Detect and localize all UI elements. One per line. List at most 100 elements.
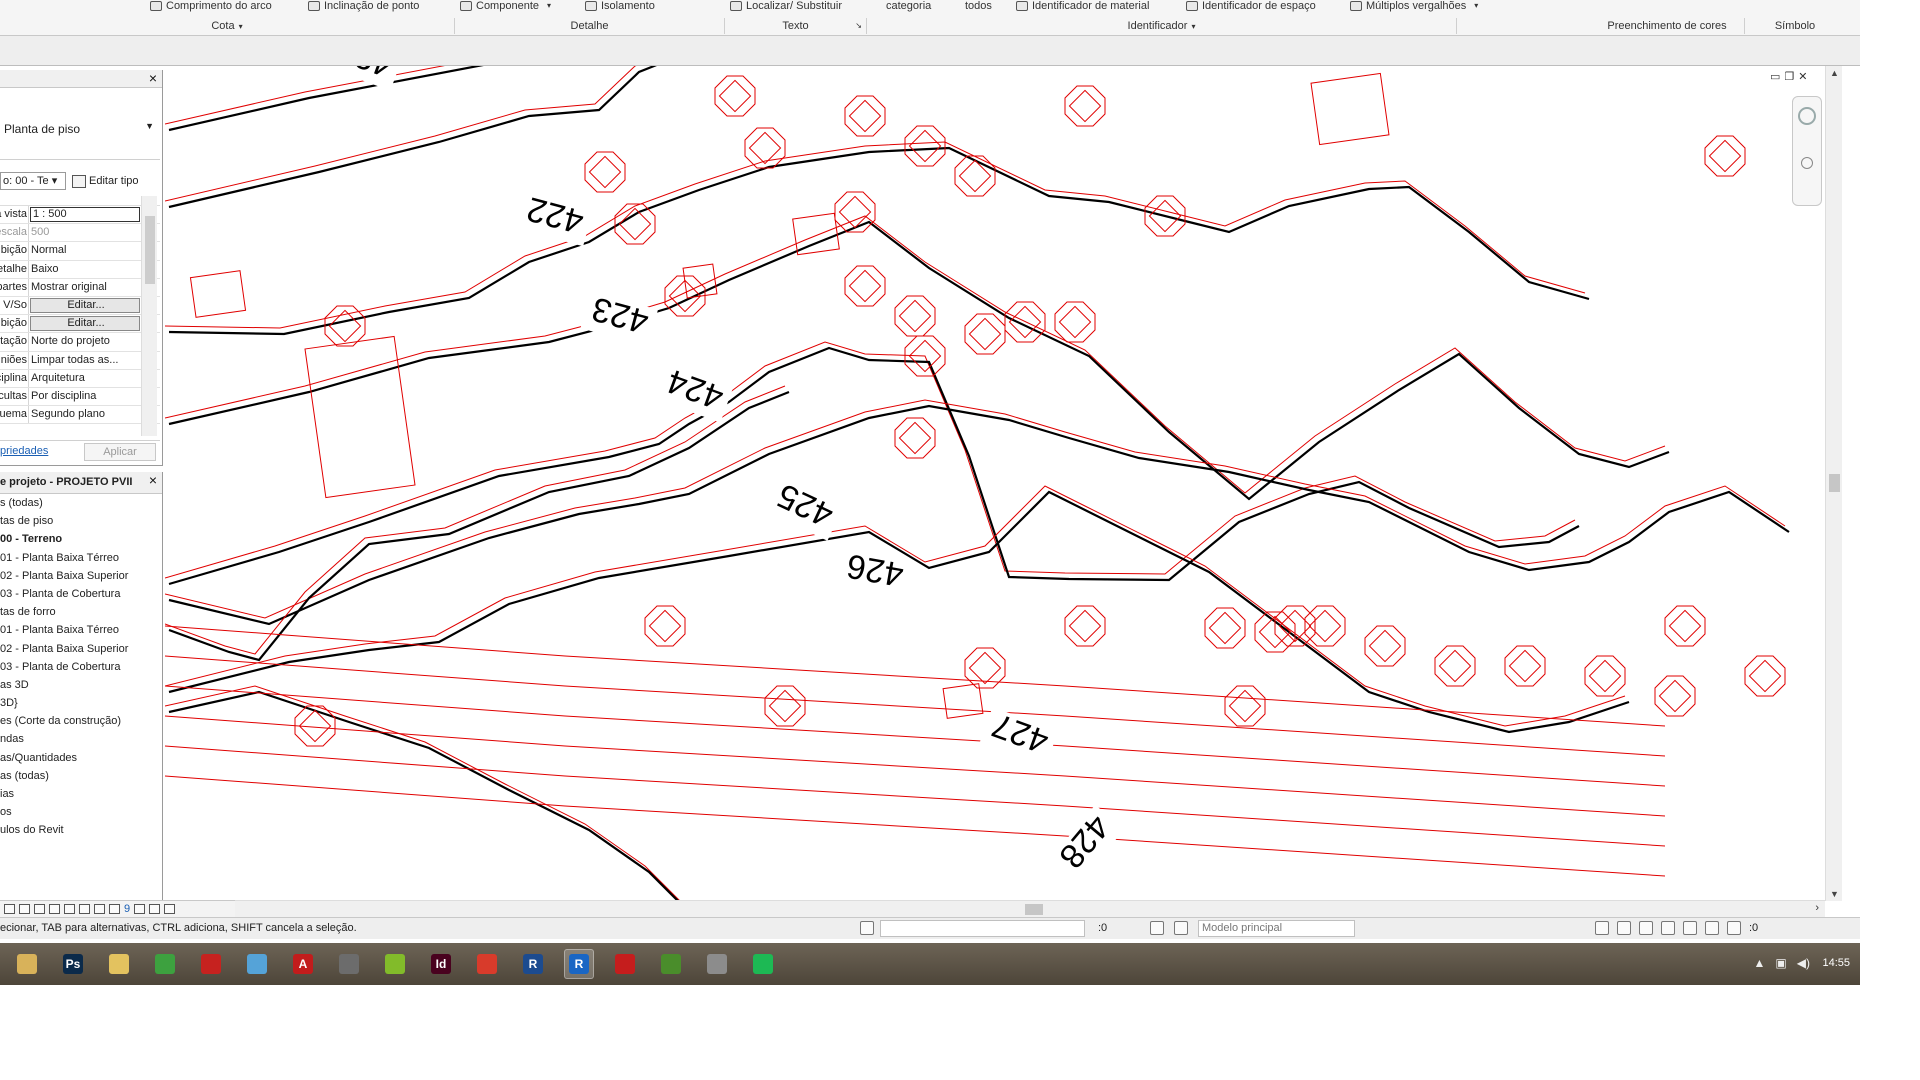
tree-symbol[interactable] bbox=[324, 305, 366, 347]
highlight-displacement-icon[interactable] bbox=[164, 904, 176, 914]
contour-line[interactable] bbox=[168, 346, 1580, 586]
tree-symbol[interactable] bbox=[1204, 607, 1246, 649]
property-row[interactable]: Mostrar linhas ocultasPor disciplina bbox=[0, 387, 160, 407]
browser-item[interactable]: tas de forro bbox=[0, 603, 162, 621]
scale-icon[interactable] bbox=[4, 904, 15, 914]
group-cota[interactable]: Cota ▾ bbox=[0, 18, 455, 34]
browser-item[interactable]: os bbox=[0, 803, 162, 821]
property-edit-button[interactable]: Editar... bbox=[30, 316, 140, 332]
select-by-face-icon[interactable] bbox=[1661, 921, 1675, 935]
minimize-view-icon[interactable]: ▭ bbox=[1770, 70, 1780, 83]
tree-symbol[interactable] bbox=[964, 647, 1006, 689]
tree-symbol[interactable] bbox=[834, 191, 876, 233]
property-value[interactable]: Arquitetura bbox=[29, 370, 139, 387]
shadows-icon[interactable] bbox=[64, 904, 75, 914]
survey-rectangle[interactable] bbox=[189, 270, 247, 318]
scroll-thumb[interactable] bbox=[145, 216, 155, 284]
scale-number[interactable]: 9 bbox=[124, 903, 130, 915]
navigation-bar[interactable] bbox=[1792, 96, 1822, 206]
select-links-icon[interactable] bbox=[1595, 921, 1609, 935]
browser-item[interactable]: 01 - Planta Baixa Térreo bbox=[0, 621, 162, 639]
tree-symbol[interactable] bbox=[1364, 625, 1406, 667]
group-identificador[interactable]: Identificador ▾ bbox=[867, 18, 1457, 34]
clock[interactable]: 14:55 bbox=[1822, 957, 1850, 969]
property-row[interactable]: Valor da escala500 bbox=[0, 224, 160, 243]
close-icon[interactable]: × bbox=[149, 71, 157, 85]
tree-symbol[interactable] bbox=[1664, 605, 1706, 647]
show-crop-icon[interactable] bbox=[94, 904, 105, 914]
tree-symbol[interactable] bbox=[584, 151, 626, 193]
survey-rectangle[interactable] bbox=[304, 335, 416, 499]
browser-item[interactable]: s (todas) bbox=[0, 494, 162, 512]
taskbar-app[interactable] bbox=[656, 949, 686, 979]
tag-by-category-button[interactable]: categoria bbox=[886, 0, 931, 12]
browser-item[interactable]: 03 - Planta de Cobertura bbox=[0, 658, 162, 676]
property-row[interactable]: DisciplinaArquitetura bbox=[0, 369, 160, 388]
contour-line[interactable] bbox=[168, 404, 1790, 626]
edit-type-button[interactable]: Editar tipo bbox=[72, 172, 139, 190]
survey-line[interactable] bbox=[165, 66, 665, 125]
contour-line[interactable] bbox=[168, 690, 689, 901]
taskbar-app[interactable] bbox=[380, 949, 410, 979]
scroll-down-icon[interactable]: ▼ bbox=[1830, 889, 1839, 899]
property-value[interactable]: Normal bbox=[29, 242, 139, 259]
apply-button[interactable]: Aplicar bbox=[84, 443, 156, 461]
survey-line[interactable] bbox=[165, 775, 1666, 877]
scroll-up-icon[interactable]: ▲ bbox=[1830, 68, 1839, 78]
tree-symbol[interactable] bbox=[644, 605, 686, 647]
taskbar-app[interactable] bbox=[702, 949, 732, 979]
detail-level-icon[interactable] bbox=[19, 904, 30, 914]
tree-symbol[interactable] bbox=[1654, 675, 1696, 717]
browser-item[interactable]: 02 - Planta Baixa Superior bbox=[0, 567, 162, 585]
taskbar-app[interactable] bbox=[334, 949, 364, 979]
close-view-icon[interactable]: ✕ bbox=[1798, 70, 1807, 83]
property-value[interactable]: 1 : 500 bbox=[30, 207, 140, 222]
scroll-thumb[interactable] bbox=[1829, 474, 1840, 492]
contour-elevation-label[interactable]: 423 bbox=[588, 289, 653, 340]
property-row[interactable]: Exibição de uniõesLimpar todas as... bbox=[0, 351, 160, 370]
arc-length-button[interactable]: Comprimento do arco bbox=[150, 0, 272, 12]
volume-icon[interactable]: ◀) bbox=[1797, 956, 1810, 970]
topography-drawing[interactable]: 421422423424425426427428 bbox=[165, 66, 1825, 901]
survey-rectangle[interactable] bbox=[942, 683, 984, 719]
tree-symbol[interactable] bbox=[744, 127, 786, 169]
browser-item[interactable]: 02 - Planta Baixa Superior bbox=[0, 640, 162, 658]
steering-wheel-icon[interactable] bbox=[1798, 107, 1816, 125]
tray-arrow-icon[interactable]: ▲ bbox=[1754, 956, 1766, 970]
browser-item[interactable]: ulos do Revit bbox=[0, 821, 162, 839]
taskbar-app[interactable]: R bbox=[518, 949, 548, 979]
workset-dropdown[interactable] bbox=[880, 920, 1085, 937]
taskbar-app[interactable] bbox=[748, 949, 778, 979]
survey-rectangle[interactable] bbox=[1310, 72, 1390, 146]
design-options-icon[interactable] bbox=[1150, 921, 1164, 935]
property-row[interactable]: Modo de exibiçãoNormal bbox=[0, 242, 160, 261]
analytical-model-icon[interactable] bbox=[149, 904, 161, 914]
find-replace-button[interactable]: Localizar/ Substituir bbox=[730, 0, 842, 12]
taskbar-app[interactable] bbox=[150, 949, 180, 979]
design-option-dropdown[interactable]: Modelo principal bbox=[1198, 920, 1355, 937]
browser-item[interactable]: 00 - Terreno bbox=[0, 530, 162, 548]
tree-symbol[interactable] bbox=[1584, 655, 1626, 697]
taskbar-app[interactable] bbox=[472, 949, 502, 979]
property-value[interactable]: Limpar todas as... bbox=[29, 352, 139, 369]
tag-all-button[interactable]: todos bbox=[965, 0, 992, 12]
tree-symbol[interactable] bbox=[894, 295, 936, 337]
tree-symbol[interactable] bbox=[1224, 685, 1266, 727]
tree-symbol[interactable] bbox=[894, 417, 936, 459]
survey-line[interactable] bbox=[165, 141, 1586, 329]
property-row[interactable]: Sobreposições V/SoEditar... bbox=[0, 296, 160, 316]
spot-slope-button[interactable]: Inclinação de ponto bbox=[308, 0, 419, 12]
tree-symbol[interactable] bbox=[964, 313, 1006, 355]
crop-view-icon[interactable] bbox=[79, 904, 90, 914]
property-value[interactable]: 500 bbox=[29, 224, 139, 241]
worksets-icon[interactable] bbox=[860, 921, 874, 935]
close-icon[interactable]: × bbox=[149, 473, 157, 487]
browser-item[interactable]: ias bbox=[0, 785, 162, 803]
tree-symbol[interactable] bbox=[764, 685, 806, 727]
editable-only-icon[interactable] bbox=[1174, 921, 1188, 935]
survey-line[interactable] bbox=[165, 66, 685, 202]
property-value[interactable]: Segundo plano bbox=[29, 406, 139, 423]
contour-line[interactable] bbox=[168, 490, 1630, 734]
insulation-button[interactable]: Isolamento bbox=[585, 0, 655, 12]
survey-line[interactable] bbox=[165, 485, 1626, 727]
